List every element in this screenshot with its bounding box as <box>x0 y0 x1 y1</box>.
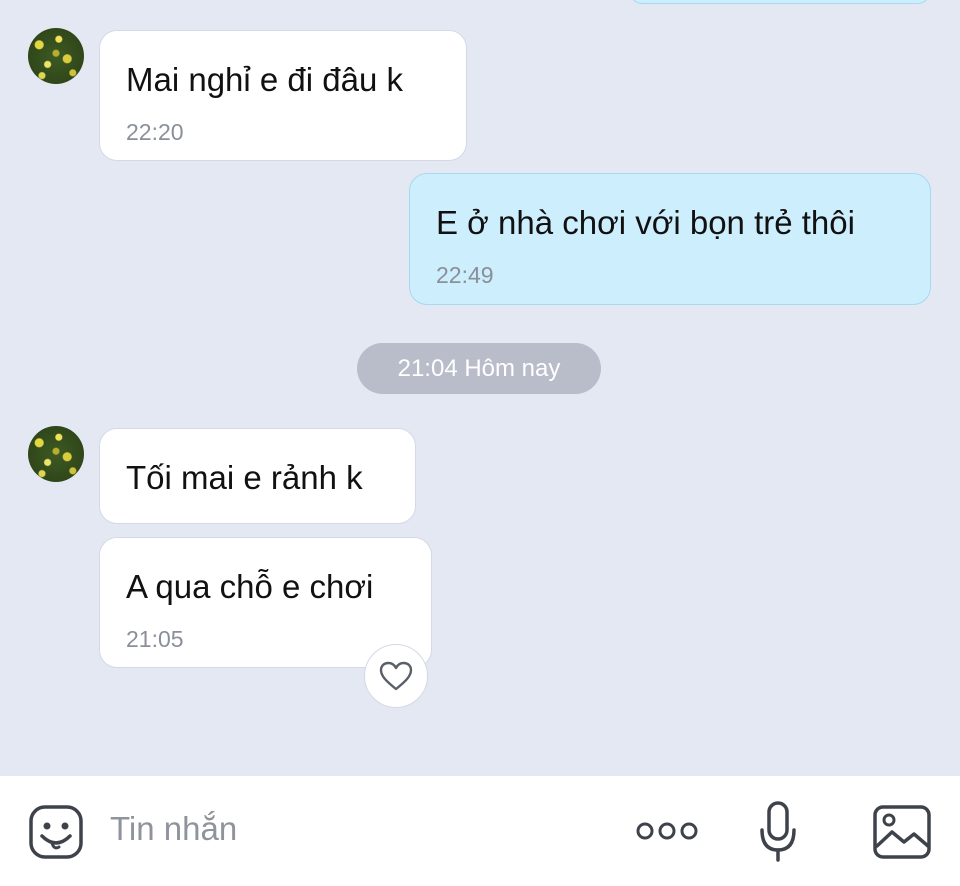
date-separator: 21:04 Hôm nay <box>357 343 601 394</box>
message-bubble-incoming[interactable]: Mai nghỉ e đi đâu k 22:20 <box>99 30 467 161</box>
message-text: Tối mai e rảnh k <box>126 459 363 496</box>
sticker-icon[interactable] <box>28 804 84 860</box>
image-icon[interactable] <box>872 804 932 860</box>
composer-bar: Tin nhắn <box>0 776 960 886</box>
microphone-icon[interactable] <box>758 800 798 864</box>
avatar[interactable] <box>28 28 84 84</box>
message-time: 22:49 <box>436 262 494 288</box>
message-input[interactable]: Tin nhắn <box>110 810 237 848</box>
message-text: A qua chỗ e chơi <box>126 568 374 605</box>
message-time: 21:05 <box>126 626 184 652</box>
more-icon[interactable] <box>634 816 700 846</box>
heart-icon <box>379 661 413 691</box>
message-text: Mai nghỉ e đi đâu k <box>126 61 404 98</box>
message-text: E ở nhà chơi với bọn trẻ thôi <box>436 204 855 241</box>
message-bubble-outgoing[interactable]: E ở nhà chơi với bọn trẻ thôi 22:49 <box>409 173 931 305</box>
reaction-button[interactable] <box>364 644 428 708</box>
avatar[interactable] <box>28 426 84 482</box>
chat-area: Mai nghỉ e đi đâu k 22:20 E ở nhà chơi v… <box>0 0 960 776</box>
message-bubble-incoming[interactable]: Tối mai e rảnh k <box>99 428 416 524</box>
message-time: 22:20 <box>126 119 184 145</box>
previous-outgoing-bubble <box>630 0 930 4</box>
